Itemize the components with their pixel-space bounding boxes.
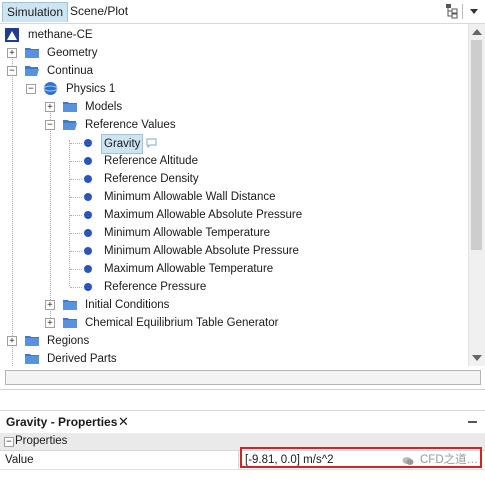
folder-icon <box>63 300 77 310</box>
column-divider <box>238 451 239 469</box>
value-highlight-box <box>240 447 482 468</box>
tree-label-regions: Regions <box>47 335 90 347</box>
tree-label-geometry: Geometry <box>47 47 98 59</box>
collapse-icon[interactable]: − <box>45 120 55 130</box>
tree-row-min-abs-pressure[interactable]: Minimum Allowable Absolute Pressure <box>0 242 468 260</box>
properties-tab[interactable]: Gravity - Properties <box>2 413 121 431</box>
close-icon[interactable]: ✕ <box>118 413 129 431</box>
minimize-icon[interactable] <box>468 421 477 423</box>
tree-row-max-temperature[interactable]: Maximum Allowable Temperature <box>0 260 468 278</box>
property-node-icon <box>84 139 92 147</box>
property-node-icon <box>84 157 92 165</box>
tree-label-models: Models <box>85 101 123 113</box>
property-node-icon <box>84 265 92 273</box>
properties-section-label: Properties <box>15 435 68 447</box>
folder-icon <box>25 336 39 346</box>
property-node-icon <box>84 193 92 201</box>
scroll-up-icon[interactable] <box>472 29 482 35</box>
tree-row-continua[interactable]: − Continua <box>0 62 468 80</box>
tree-label-min-wall-distance: Minimum Allowable Wall Distance <box>104 191 276 203</box>
property-name: Value <box>5 454 34 466</box>
folder-open-icon <box>63 120 77 130</box>
tree-label-min-temperature: Minimum Allowable Temperature <box>104 227 270 239</box>
tree-filter-box[interactable] <box>5 370 481 385</box>
tree-row-reference-altitude[interactable]: Reference Altitude <box>0 152 468 170</box>
property-node-icon <box>84 247 92 255</box>
properties-header: Gravity - Properties ✕ <box>0 410 485 434</box>
folder-icon <box>63 102 77 112</box>
folder-icon <box>63 318 77 328</box>
tree-label-chemical-equilibrium: Chemical Equilibrium Table Generator <box>85 317 279 329</box>
tree-row-max-abs-pressure[interactable]: Maximum Allowable Absolute Pressure <box>0 206 468 224</box>
expand-icon[interactable]: + <box>45 102 55 112</box>
tree-label-max-temperature: Maximum Allowable Temperature <box>104 263 274 275</box>
property-node-icon <box>84 211 92 219</box>
chevron-down-icon[interactable] <box>466 3 482 19</box>
tree-label-max-abs-pressure: Maximum Allowable Absolute Pressure <box>104 209 303 221</box>
property-node-icon <box>84 283 92 291</box>
tab-scene-plot[interactable]: Scene/Plot <box>66 2 132 21</box>
tree-row-root[interactable]: methane-CE <box>0 26 468 44</box>
tree-label-min-abs-pressure: Minimum Allowable Absolute Pressure <box>104 245 299 257</box>
tree-row-gravity[interactable]: Gravity <box>0 134 468 154</box>
collapse-icon[interactable]: − <box>4 437 14 447</box>
tree-label-reference-pressure: Reference Pressure <box>104 281 207 293</box>
tree-row-reference-values[interactable]: − Reference Values <box>0 116 468 134</box>
property-node-icon <box>84 229 92 237</box>
folder-icon <box>25 354 39 364</box>
toolbar-separator <box>462 4 463 19</box>
tree-row-physics[interactable]: − Physics 1 <box>0 80 468 98</box>
tree-row-min-wall-distance[interactable]: Minimum Allowable Wall Distance <box>0 188 468 206</box>
tree-scrollbar[interactable] <box>468 24 485 366</box>
tree-row-initial-conditions[interactable]: + Initial Conditions <box>0 296 468 314</box>
panel-tab-bar: Simulation Scene/Plot <box>0 0 485 24</box>
tree-label-reference-density: Reference Density <box>104 173 199 185</box>
tree-row-min-temperature[interactable]: Minimum Allowable Temperature <box>0 224 468 242</box>
tree-label-derived-parts: Derived Parts <box>47 353 117 365</box>
physics-sphere-icon <box>43 82 58 95</box>
expand-icon[interactable]: + <box>7 336 17 346</box>
folder-icon <box>25 48 39 58</box>
simulation-tree[interactable]: methane-CE + Geometry − Continua − Physi… <box>0 24 468 366</box>
tree-row-geometry[interactable]: + Geometry <box>0 44 468 62</box>
tree-label-continua: Continua <box>47 65 94 77</box>
tree-row-regions[interactable]: + Regions <box>0 332 468 350</box>
collapse-icon[interactable]: − <box>7 66 17 76</box>
folder-open-icon <box>25 66 39 76</box>
tab-simulation[interactable]: Simulation <box>2 2 69 22</box>
tree-row-derived-parts[interactable]: Derived Parts <box>0 350 468 366</box>
scrollbar-thumb[interactable] <box>471 40 482 250</box>
tree-row-reference-density[interactable]: Reference Density <box>0 170 468 188</box>
tree-label-initial-conditions: Initial Conditions <box>85 299 170 311</box>
expand-icon[interactable]: + <box>45 300 55 310</box>
simulation-icon <box>5 28 19 42</box>
tree-label-physics: Physics 1 <box>66 83 116 95</box>
tree-label-reference-values: Reference Values <box>85 119 176 131</box>
tree-row-models[interactable]: + Models <box>0 98 468 116</box>
tree-label-gravity: Gravity <box>101 134 144 154</box>
comment-icon[interactable] <box>146 138 157 148</box>
collapse-icon[interactable]: − <box>26 84 36 94</box>
expand-icon[interactable]: + <box>45 318 55 328</box>
panel-divider <box>0 389 485 390</box>
tree-label-reference-altitude: Reference Altitude <box>104 155 198 167</box>
tree-layout-icon[interactable] <box>444 3 460 19</box>
tree-row-reference-pressure[interactable]: Reference Pressure <box>0 278 468 296</box>
property-node-icon <box>84 175 92 183</box>
scroll-down-icon[interactable] <box>472 355 482 361</box>
expand-icon[interactable]: + <box>7 48 17 58</box>
tree-label-root: methane-CE <box>28 29 93 41</box>
tree-row-chemical-equilibrium[interactable]: + Chemical Equilibrium Table Generator <box>0 314 468 332</box>
